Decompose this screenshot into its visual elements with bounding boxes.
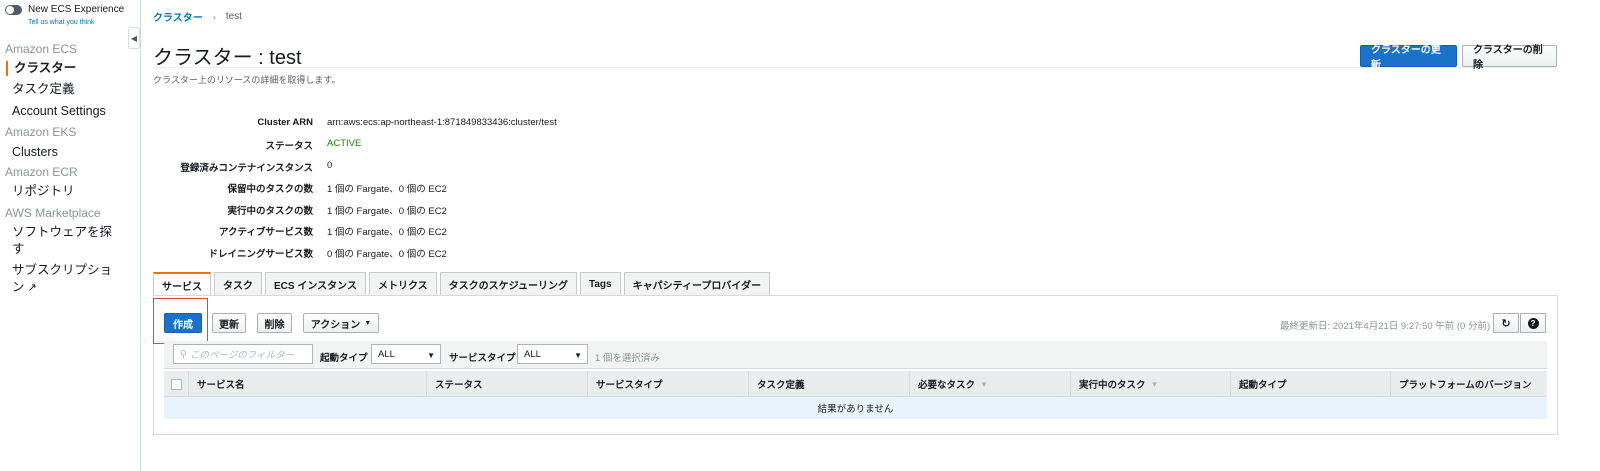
tab-services[interactable]: サービス bbox=[153, 272, 211, 296]
breadcrumb-current: test bbox=[225, 11, 242, 22]
detail-value: arn:aws:ecs:ap-northeast-1:871849833436:… bbox=[327, 117, 557, 128]
detail-label: 保留中のタスクの数 bbox=[227, 184, 313, 195]
refresh-button[interactable]: ↻ bbox=[1493, 313, 1519, 333]
launch-type-label: 起動タイプ bbox=[320, 353, 368, 364]
main-content: クラスター › test クラスター : test クラスター上のリソースの詳細… bbox=[153, 0, 1558, 471]
service-type-label: サービスタイプ bbox=[449, 353, 516, 364]
sidebar-item-discover-software[interactable]: ソフトウェアを探す bbox=[12, 224, 116, 258]
tab-metrics[interactable]: メトリクス bbox=[368, 272, 437, 295]
tab-ecs-instances[interactable]: ECS インスタンス bbox=[265, 272, 366, 295]
caret-down-icon: ▼ bbox=[427, 351, 435, 360]
update-service-button[interactable]: 更新 bbox=[212, 313, 246, 333]
launch-type-value: ALL bbox=[378, 348, 395, 360]
filter-icon: ⚲ bbox=[180, 348, 187, 360]
column-header-launch-type[interactable]: 起動タイプ bbox=[1230, 371, 1390, 397]
toggle-switch[interactable] bbox=[5, 4, 22, 15]
column-header-platform-version[interactable]: プラットフォームのバージョン bbox=[1390, 371, 1547, 397]
detail-label: アクティブサービス数 bbox=[219, 227, 313, 238]
tab-bar: サービス タスク ECS インスタンス メトリクス タスクのスケジューリング T… bbox=[153, 272, 773, 296]
sort-icon: ▼ bbox=[980, 379, 988, 389]
detail-value: 1 個の Fargate、0 個の EC2 bbox=[327, 184, 447, 195]
tab-capacity-providers[interactable]: キャパシティープロバイダー bbox=[623, 272, 770, 295]
column-header-running-tasks[interactable]: 実行中のタスク ▼ bbox=[1070, 371, 1230, 397]
tab-scheduled-tasks[interactable]: タスクのスケジューリング bbox=[439, 272, 577, 295]
breadcrumb: クラスター › test bbox=[153, 9, 242, 24]
select-all-checkbox[interactable] bbox=[171, 379, 182, 390]
column-label: 実行中のタスク bbox=[1079, 380, 1146, 391]
sidebar-item-subscriptions[interactable]: サブスクリプション ↗ bbox=[12, 262, 116, 297]
detail-row-pending-tasks: 保留中のタスクの数 1 個の Fargate、0 個の EC2 bbox=[153, 181, 753, 201]
detail-label: ステータス bbox=[265, 141, 313, 152]
tab-tags[interactable]: Tags bbox=[579, 272, 621, 295]
column-header-desired-tasks[interactable]: 必要なタスク ▼ bbox=[909, 371, 1070, 397]
selected-count: 1 個を選択済み bbox=[595, 353, 660, 364]
launch-type-select[interactable]: ALL ▼ bbox=[371, 344, 441, 364]
nav-group-ecr: Amazon ECR bbox=[5, 165, 78, 179]
new-experience-toggle-row[interactable]: New ECS Experience bbox=[5, 4, 124, 15]
status-value: ACTIVE bbox=[327, 138, 362, 149]
active-indicator bbox=[6, 61, 8, 76]
external-link-icon: ↗ bbox=[27, 282, 37, 294]
page-title: クラスター : test bbox=[153, 47, 302, 69]
caret-down-icon: ▼ bbox=[574, 351, 582, 360]
detail-row-active-services: アクティブサービス数 1 個の Fargate、0 個の EC2 bbox=[153, 224, 753, 244]
column-header-service-name[interactable]: サービス名 bbox=[188, 371, 426, 397]
detail-label: 実行中のタスクの数 bbox=[227, 206, 313, 217]
title-divider bbox=[153, 67, 1558, 68]
sidebar-item-repositories[interactable]: リポジトリ bbox=[12, 183, 130, 200]
delete-cluster-button[interactable]: クラスターの削除 bbox=[1462, 45, 1557, 71]
detail-value: 0 bbox=[327, 160, 333, 171]
sort-icon: ▼ bbox=[1150, 379, 1159, 389]
service-type-value: ALL bbox=[524, 348, 541, 360]
detail-label: ドレイニングサービス数 bbox=[208, 249, 313, 260]
detail-row-running-tasks: 実行中のタスクの数 1 個の Fargate、0 個の EC2 bbox=[153, 203, 753, 223]
filter-placeholder: このページのフィルター bbox=[189, 350, 295, 361]
detail-value: 0 個の Fargate、0 個の EC2 bbox=[327, 249, 447, 260]
detail-value: 1 個の Fargate、0 個の EC2 bbox=[327, 206, 447, 217]
detail-row-cluster-arn: Cluster ARN arn:aws:ecs:ap-northeast-1:8… bbox=[153, 117, 753, 137]
table-header: サービス名 ステータス サービスタイプ タスク定義 必要なタスク ▼ 実行中のタ… bbox=[164, 371, 1547, 397]
detail-row-status: ステータス ACTIVE bbox=[153, 138, 753, 158]
actions-dropdown[interactable]: アクション ▼ bbox=[303, 313, 379, 333]
detail-value: 1 個の Fargate、0 個の EC2 bbox=[327, 227, 447, 238]
last-updated-text: 最終更新日: 2021年4月21日 9:27:50 午前 (0 分前) bbox=[1280, 321, 1491, 332]
page-description: クラスター上のリソースの詳細を取得します。 bbox=[153, 75, 341, 85]
actions-label: アクション bbox=[310, 319, 361, 331]
feedback-link[interactable]: Tell us what you think bbox=[28, 19, 95, 26]
nav-group-marketplace: AWS Marketplace bbox=[5, 206, 101, 220]
breadcrumb-clusters-link[interactable]: クラスター bbox=[153, 9, 203, 24]
detail-label: 登録済みコンテナインスタンス bbox=[180, 163, 313, 174]
sidebar: New ECS Experience Tell us what you thin… bbox=[0, 0, 141, 471]
column-header-status[interactable]: ステータス bbox=[426, 371, 587, 397]
help-icon: ? bbox=[1527, 317, 1539, 329]
column-header-service-type[interactable]: サービスタイプ bbox=[587, 371, 748, 397]
nav-group-ecs: Amazon ECS bbox=[5, 42, 78, 56]
filter-bar: ⚲ このページのフィルター 起動タイプ ALL ▼ サービスタイプ ALL ▼ … bbox=[164, 341, 1547, 369]
chevron-right-icon: › bbox=[212, 11, 216, 22]
column-header-task-definition[interactable]: タスク定義 bbox=[748, 371, 909, 397]
detail-row-container-instances: 登録済みコンテナインスタンス 0 bbox=[153, 160, 753, 180]
toggle-label: New ECS Experience bbox=[28, 4, 125, 15]
create-service-button[interactable]: 作成 bbox=[164, 313, 202, 333]
tab-tasks[interactable]: タスク bbox=[214, 272, 262, 295]
update-cluster-button[interactable]: クラスターの更新 bbox=[1360, 45, 1457, 71]
caret-down-icon: ▼ bbox=[364, 319, 372, 327]
help-button[interactable]: ? bbox=[1520, 313, 1546, 333]
sidebar-item-clusters-ecs[interactable]: クラスター bbox=[14, 60, 132, 77]
chevron-left-icon: ◀ bbox=[130, 33, 138, 43]
detail-row-draining-services: ドレイニングサービス数 0 個の Fargate、0 個の EC2 bbox=[153, 246, 753, 266]
column-label: 必要なタスク bbox=[918, 380, 976, 391]
collapse-sidebar-button[interactable]: ◀ bbox=[128, 27, 140, 49]
refresh-icon: ↻ bbox=[1501, 317, 1511, 330]
sidebar-item-clusters-eks[interactable]: Clusters bbox=[12, 144, 130, 161]
filter-input[interactable]: ⚲ このページのフィルター bbox=[173, 344, 313, 364]
service-type-select[interactable]: ALL ▼ bbox=[517, 344, 588, 364]
nav-group-eks: Amazon EKS bbox=[5, 125, 77, 139]
sidebar-item-task-definitions[interactable]: タスク定義 bbox=[12, 81, 130, 98]
delete-service-button[interactable]: 削除 bbox=[257, 313, 292, 333]
detail-label: Cluster ARN bbox=[257, 117, 313, 128]
empty-table-message: 結果がありません bbox=[164, 397, 1547, 419]
sidebar-item-account-settings[interactable]: Account Settings bbox=[12, 103, 130, 120]
